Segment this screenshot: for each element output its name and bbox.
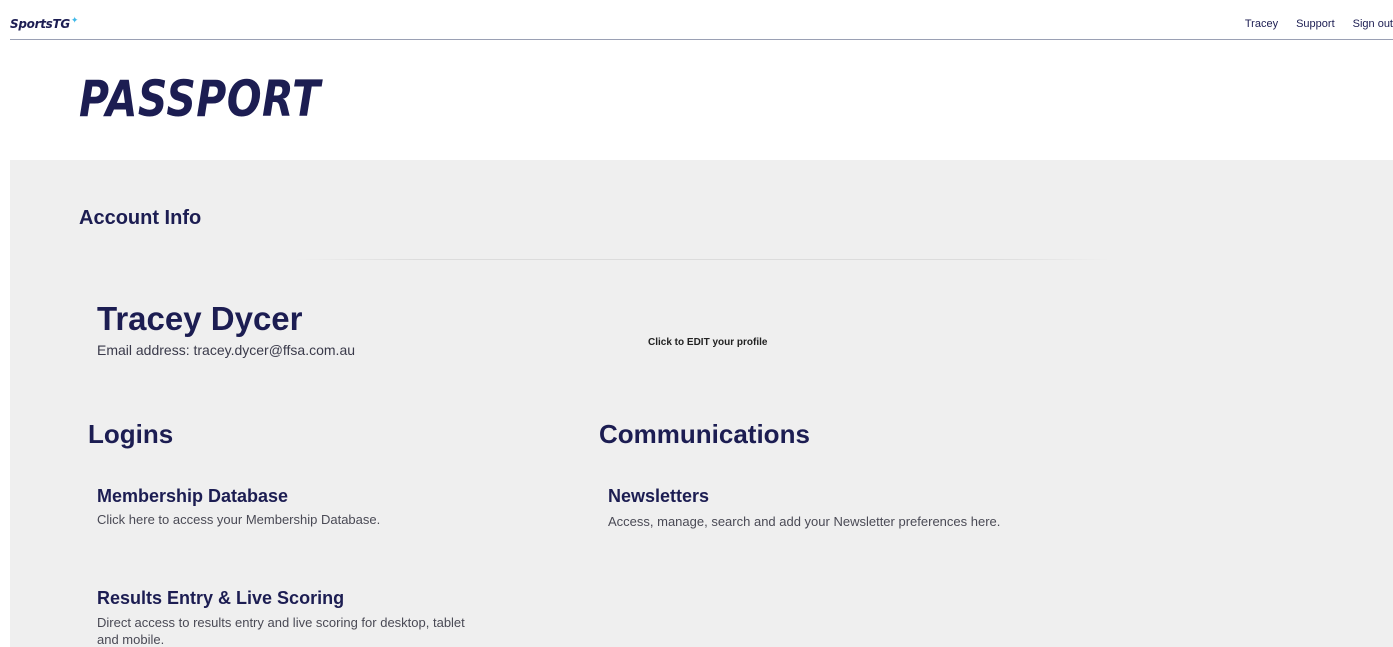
logo-text: SportsTG: [10, 17, 70, 31]
communications-heading: Communications: [599, 419, 810, 449]
logins-heading: Logins: [88, 419, 174, 449]
account-info-heading: Account Info: [79, 207, 202, 229]
newsletters-description: Access, manage, search and add your News…: [608, 514, 1001, 529]
results-entry-description: Direct access to results entry and live …: [97, 615, 465, 647]
content-panel: [10, 160, 1393, 647]
support-link[interactable]: Support: [1296, 18, 1335, 30]
sign-out-link[interactable]: Sign out: [1353, 18, 1393, 30]
top-bar: SportsTG✦ Tracey Support Sign out: [10, 0, 1393, 40]
membership-database-description: Click here to access your Membership Dat…: [97, 512, 381, 527]
membership-database-link[interactable]: Membership Database: [97, 486, 288, 507]
divider: [295, 259, 1110, 260]
newsletters-link[interactable]: Newsletters: [608, 486, 709, 507]
results-entry-link[interactable]: Results Entry & Live Scoring: [97, 588, 344, 609]
user-name: Tracey Dycer: [97, 300, 303, 337]
user-email: Email address: tracey.dycer@ffsa.com.au: [97, 342, 356, 358]
sportstg-logo[interactable]: SportsTG✦: [10, 16, 79, 31]
page-title: PASSPORT: [79, 70, 321, 128]
top-nav: Tracey Support Sign out: [1245, 18, 1393, 30]
sparkle-icon: ✦: [70, 16, 79, 26]
edit-profile-link[interactable]: Click to EDIT your profile: [648, 337, 767, 348]
user-menu-link[interactable]: Tracey: [1245, 18, 1278, 30]
